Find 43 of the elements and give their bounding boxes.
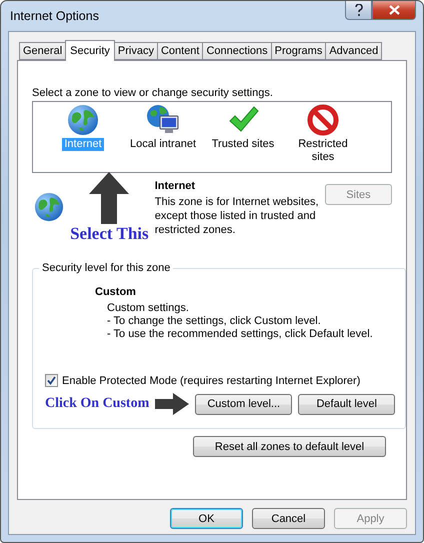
zone-label: Local intranet bbox=[128, 138, 198, 151]
tab[interactable]: Privacy bbox=[114, 42, 158, 60]
up-arrow-icon bbox=[89, 172, 130, 224]
tab[interactable]: Security bbox=[65, 40, 115, 61]
zone-label: Trusted sites bbox=[210, 138, 276, 151]
checkbox-label: Enable Protected Mode (requires restarting Internet Explorer) bbox=[62, 374, 360, 386]
checkbox[interactable] bbox=[45, 374, 58, 387]
zone-label: Restricted sites bbox=[297, 138, 349, 164]
tab[interactable]: Advanced bbox=[325, 42, 382, 60]
level-description: - To change the settings, click Custom level. bbox=[106, 315, 322, 328]
tab[interactable]: Programs bbox=[270, 42, 326, 60]
no-entry-icon bbox=[307, 104, 339, 136]
reset-zones-button[interactable]: Reset all zones to default level bbox=[193, 436, 386, 457]
help-icon bbox=[354, 4, 362, 16]
zone-label: Internet bbox=[62, 138, 104, 151]
check-icon bbox=[47, 376, 56, 385]
window-title: Internet Options bbox=[10, 9, 99, 23]
zone-title: Internet bbox=[154, 180, 196, 192]
tab[interactable]: General bbox=[19, 42, 66, 60]
dialog-button[interactable]: Cancel bbox=[252, 508, 325, 529]
zone-item[interactable]: Local intranet bbox=[125, 104, 201, 172]
prompt-text: Select a zone to view or change security settings. bbox=[32, 87, 274, 99]
globe-icon bbox=[67, 104, 99, 136]
level-description: Custom settings. bbox=[106, 302, 190, 315]
close-button[interactable] bbox=[372, 1, 416, 20]
zone-item[interactable]: Restricted sites bbox=[285, 104, 361, 172]
group-legend: Security level for this zone bbox=[39, 262, 174, 274]
globe-icon bbox=[34, 192, 64, 222]
right-arrow-icon bbox=[155, 393, 190, 415]
close-icon bbox=[388, 5, 400, 15]
level-name: Custom bbox=[95, 286, 137, 298]
zone-description: This zone is for Internet websites, except those listed in trusted and restricted zones. bbox=[154, 195, 320, 237]
annotation-text: Select This bbox=[70, 224, 149, 244]
annotation-text: Click On Custom bbox=[45, 396, 150, 412]
tab[interactable]: Connections bbox=[202, 42, 272, 60]
level-button[interactable]: Default level bbox=[298, 394, 396, 414]
help-button[interactable] bbox=[345, 1, 372, 20]
level-button[interactable]: Custom level... bbox=[195, 394, 292, 414]
zone-item[interactable]: Trusted sites bbox=[205, 104, 281, 172]
globe-monitor-icon bbox=[146, 104, 180, 136]
tab[interactable]: Content bbox=[156, 42, 204, 60]
level-description: - To use the recommended settings, click Default level. bbox=[106, 328, 373, 341]
dialog-button[interactable]: OK bbox=[170, 508, 243, 529]
